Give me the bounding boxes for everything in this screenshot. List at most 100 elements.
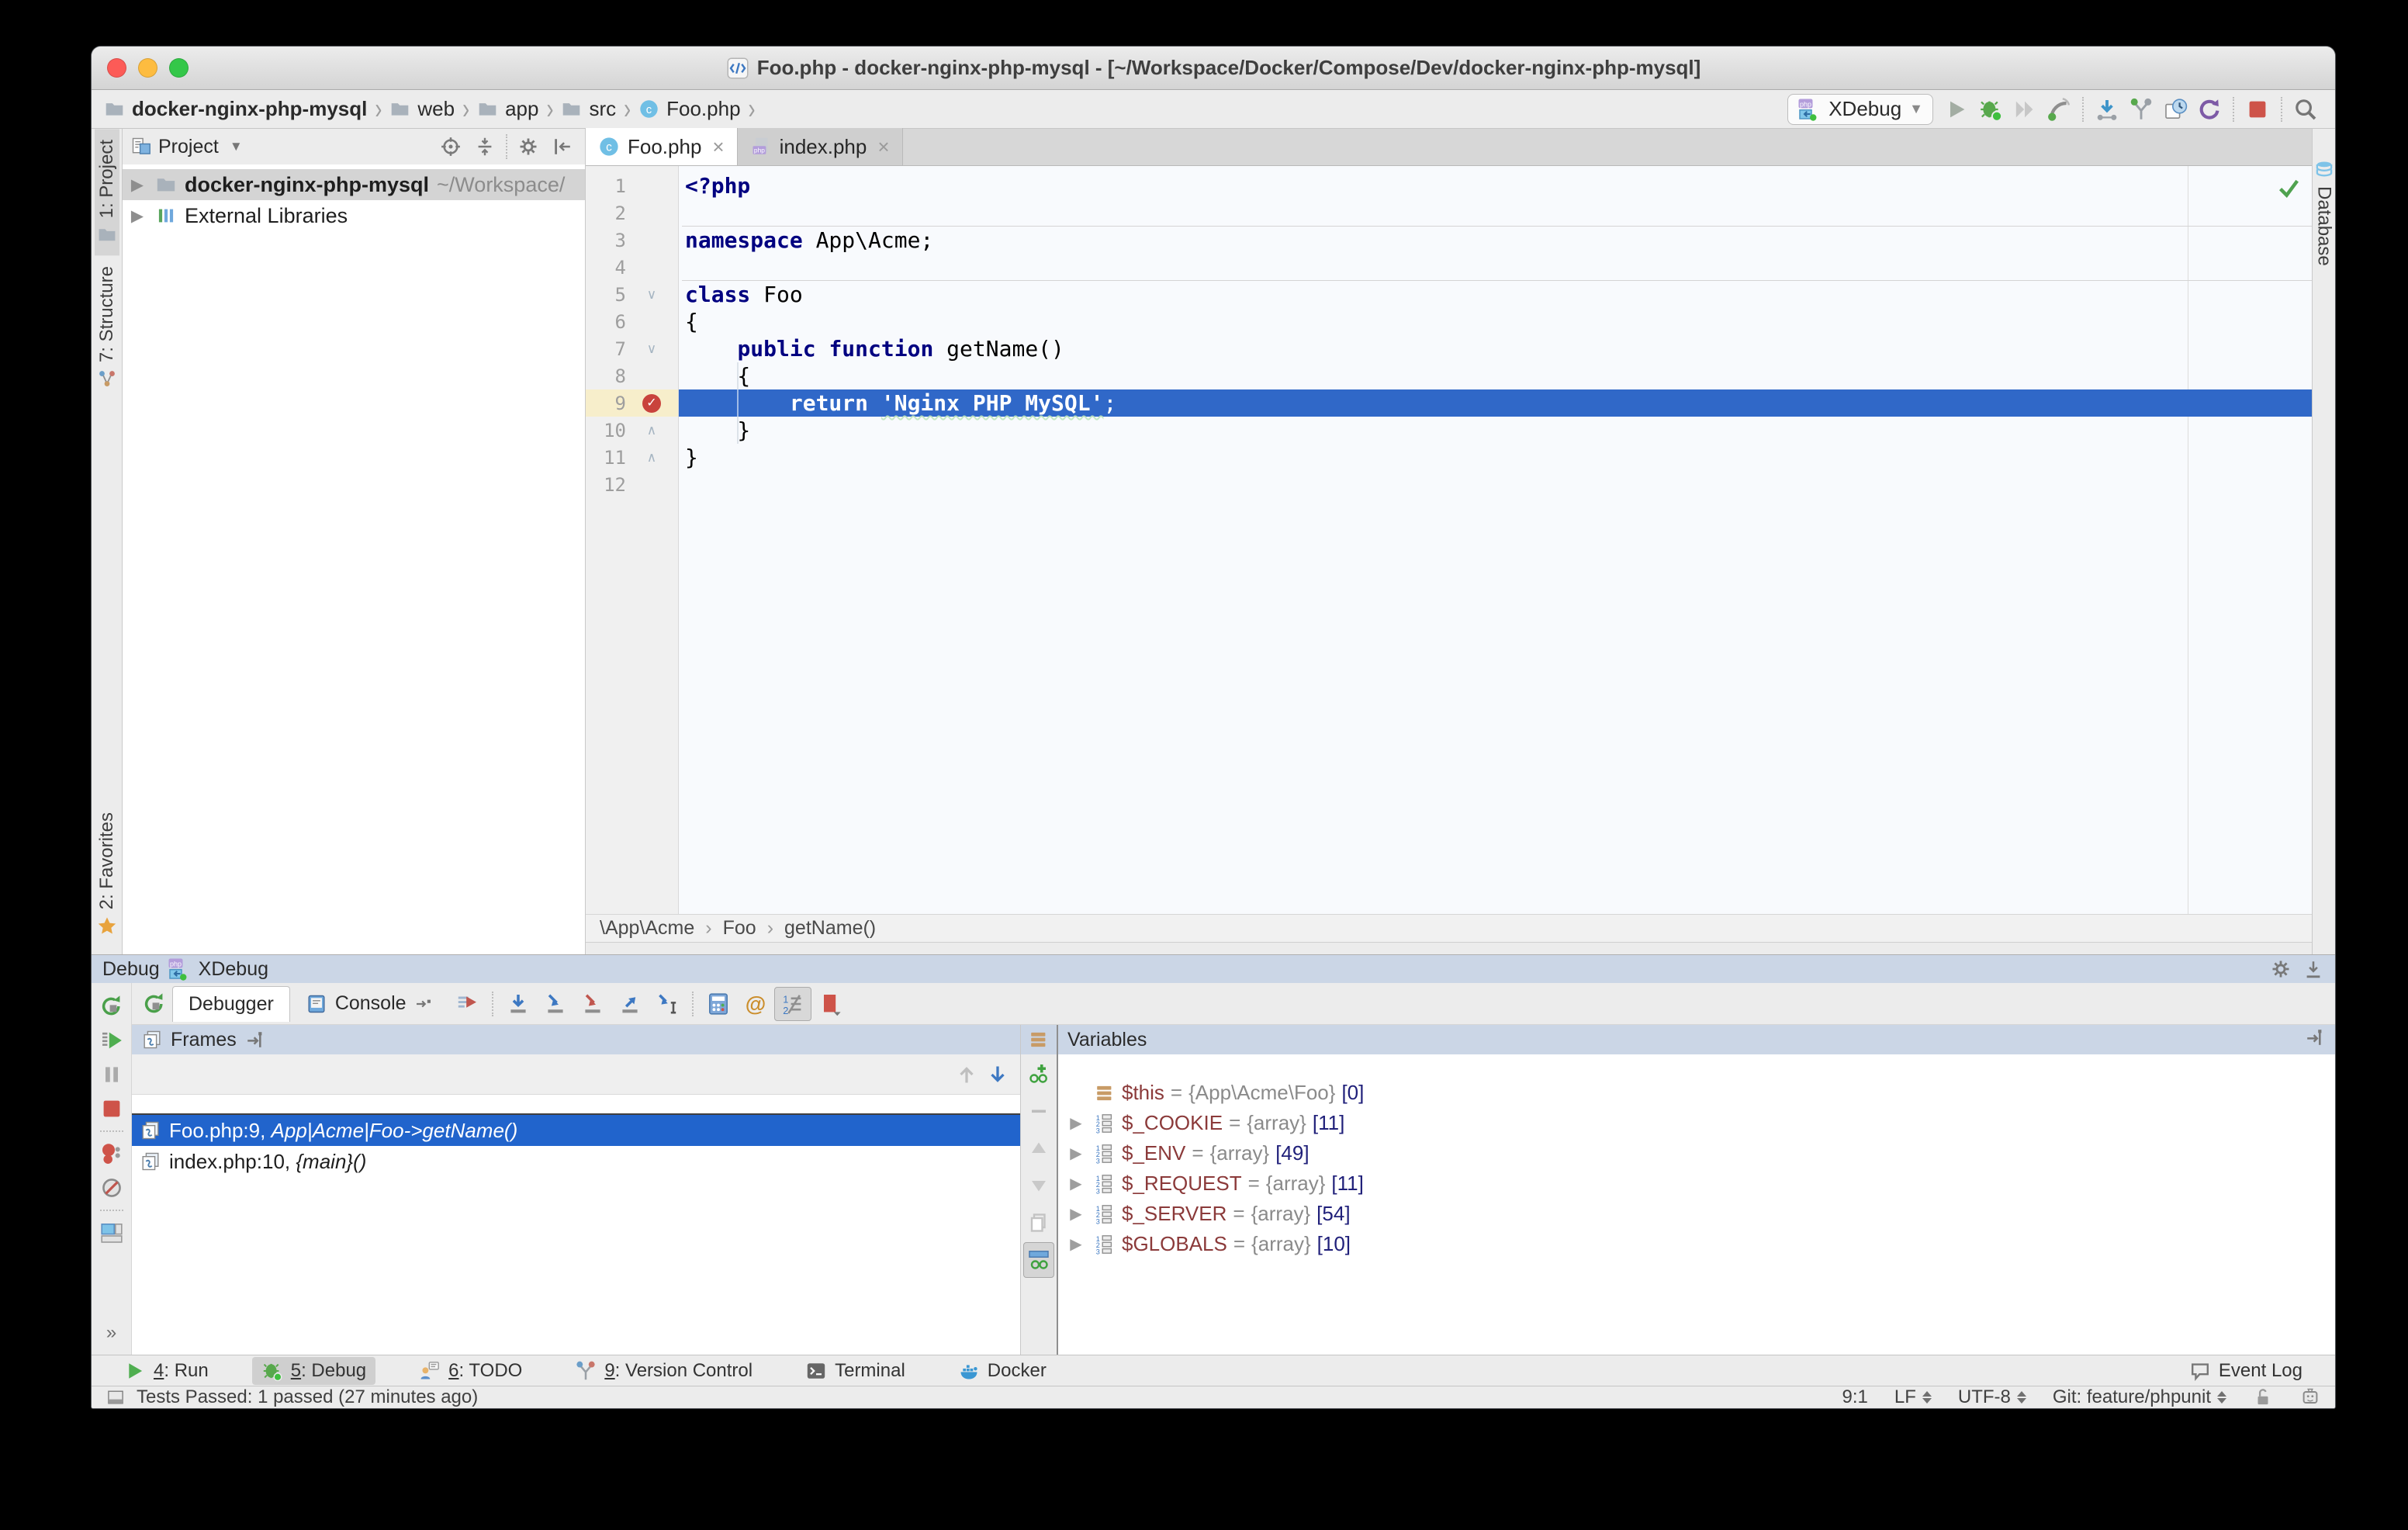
- status-widget-gitfeaturephpunit[interactable]: Git: feature/phpunit: [2053, 1386, 2226, 1408]
- export-variables-icon[interactable]: [2304, 1026, 2326, 1048]
- code-line[interactable]: return 'Nginx PHP MySQL';: [679, 389, 2312, 417]
- chevron-down-icon[interactable]: ▼: [230, 139, 243, 154]
- variable-row[interactable]: ▶123 $GLOBALS = {array} [10]: [1058, 1229, 2335, 1259]
- debug-button[interactable]: [1974, 94, 2008, 125]
- breadcrumb-item[interactable]: src: [561, 97, 616, 121]
- write-lock-toggle[interactable]: [2253, 1387, 2273, 1407]
- copy-value-button[interactable]: [1023, 1205, 1054, 1241]
- fold-marker[interactable]: ∨: [626, 288, 677, 301]
- run-configuration-select[interactable]: php XDebug ▼: [1787, 94, 1933, 125]
- variable-row[interactable]: $this = {App\Acme\Foo} [0]: [1058, 1078, 2335, 1108]
- show-execution-point-button[interactable]: [448, 987, 486, 1021]
- expand-chevron-icon[interactable]: ▶: [1064, 1144, 1088, 1163]
- code-line[interactable]: }: [679, 417, 2312, 444]
- toolwindow-toggle-icon[interactable]: [106, 1387, 126, 1407]
- resume-program-button[interactable]: [96, 1023, 127, 1058]
- tool-stripe-tab-database[interactable]: Database: [2312, 149, 2336, 277]
- code-line[interactable]: [679, 199, 2312, 227]
- debugger-tab-debugger[interactable]: Debugger: [172, 986, 290, 1022]
- editor-breadcrumb-item[interactable]: Foo: [723, 917, 756, 940]
- expand-chevron-icon[interactable]: ▶: [127, 206, 147, 226]
- editor-gutter[interactable]: 1 2 3 4 5 ∨ 6 7 ∨ 8 9 ✓ 10 ∧ 11 ∧ 12: [586, 166, 679, 914]
- code-line[interactable]: public function getName(): [679, 335, 2312, 362]
- toolwindow-button-run[interactable]: 4: Run: [115, 1357, 218, 1385]
- tool-stripe-tab-project[interactable]: 1: Project: [95, 129, 119, 255]
- hide-debug-panel-icon[interactable]: [2302, 958, 2324, 980]
- variable-row[interactable]: ▶123 $_SERVER = {array} [54]: [1058, 1199, 2335, 1229]
- stack-frame-row[interactable]: Foo.php:9, App|Acme|Foo->getName(): [132, 1115, 1020, 1146]
- gutter-line[interactable]: 10 ∧: [586, 417, 678, 444]
- close-icon[interactable]: ×: [712, 135, 724, 159]
- listen-php-debug-connections-button[interactable]: [2042, 94, 2076, 125]
- more-actions-button[interactable]: »: [106, 1322, 116, 1344]
- code-area[interactable]: <?phpnamespace App\Acme;class Foo{ publi…: [679, 166, 2312, 914]
- restore-layout-button[interactable]: [96, 1216, 127, 1250]
- local-history-button[interactable]: [2158, 94, 2192, 125]
- highlighting-level-button[interactable]: [2299, 1386, 2321, 1408]
- step-out-button[interactable]: [611, 987, 649, 1021]
- gutter-line[interactable]: 7 ∨: [586, 335, 678, 362]
- breakpoint[interactable]: ✓: [626, 394, 677, 413]
- hide-panel-button[interactable]: [548, 133, 577, 161]
- editor[interactable]: 1 2 3 4 5 ∨ 6 7 ∨ 8 9 ✓ 10 ∧ 11 ∧ 12: [586, 166, 2312, 914]
- toolwindow-button-docker[interactable]: Docker: [949, 1357, 1056, 1385]
- expand-chevron-icon[interactable]: ▶: [1064, 1174, 1088, 1193]
- mute-breakpoints-button[interactable]: [96, 1171, 127, 1205]
- gutter-line[interactable]: 4: [586, 254, 678, 281]
- project-tree-row[interactable]: ▶ docker-nginx-php-mysql ~/Workspace/: [123, 169, 585, 200]
- project-tree-row[interactable]: ▶ External Libraries: [123, 200, 585, 231]
- threads-view-icon[interactable]: [1028, 1029, 1050, 1051]
- debug-settings-icon[interactable]: [2270, 958, 2292, 980]
- view-breakpoints-button[interactable]: [96, 1137, 127, 1171]
- stop-button[interactable]: [96, 1092, 127, 1126]
- close-icon[interactable]: ×: [877, 135, 889, 159]
- collapse-all-button[interactable]: [470, 133, 500, 161]
- code-line[interactable]: {: [679, 362, 2312, 389]
- status-message[interactable]: Tests Passed: 1 passed (27 minutes ago): [137, 1386, 478, 1408]
- gutter-line[interactable]: 5 ∨: [586, 281, 678, 308]
- gutter-line[interactable]: 12: [586, 471, 678, 498]
- step-over-button[interactable]: [500, 987, 537, 1021]
- gutter-line[interactable]: 1: [586, 172, 678, 199]
- gutter-line[interactable]: 8: [586, 362, 678, 389]
- code-line[interactable]: <?php: [679, 172, 2312, 199]
- move-watch-down-button[interactable]: [1023, 1168, 1054, 1203]
- rerun-button[interactable]: [96, 989, 127, 1023]
- code-line[interactable]: namespace App\Acme;: [679, 227, 2312, 254]
- run-with-coverage-button[interactable]: [2008, 94, 2042, 125]
- force-step-into-button[interactable]: [574, 987, 611, 1021]
- code-line[interactable]: [679, 254, 2312, 281]
- tool-stripe-tab-structure[interactable]: 7: Structure: [95, 255, 119, 400]
- remove-watch-button[interactable]: [1023, 1093, 1054, 1129]
- editor-tab-foophp[interactable]: cFoo.php×: [586, 128, 738, 165]
- close-button[interactable]: [107, 58, 126, 78]
- breakpoint-icon[interactable]: ✓: [642, 394, 661, 413]
- gutter-line[interactable]: 2: [586, 199, 678, 227]
- stop-button[interactable]: [2240, 94, 2275, 125]
- gutter-line[interactable]: 6: [586, 308, 678, 335]
- fold-marker[interactable]: ∧: [626, 451, 677, 464]
- search-everywhere-button[interactable]: [2289, 94, 2323, 125]
- gutter-line[interactable]: 9 ✓: [586, 389, 678, 417]
- toolwindow-button-terminal[interactable]: Terminal: [796, 1357, 915, 1385]
- code-line[interactable]: {: [679, 308, 2312, 335]
- editor-breadcrumb-item[interactable]: \App\Acme: [600, 917, 694, 940]
- previous-frame-icon[interactable]: [955, 1063, 978, 1086]
- zoom-button[interactable]: [169, 58, 189, 78]
- variable-row[interactable]: ▶123 $_ENV = {array} [49]: [1058, 1138, 2335, 1168]
- add-watch-button[interactable]: [1023, 1056, 1054, 1092]
- run-to-cursor-button[interactable]: [649, 987, 686, 1021]
- expand-chevron-icon[interactable]: ▶: [1064, 1113, 1088, 1133]
- variable-row[interactable]: ▶123 $_REQUEST = {array} [11]: [1058, 1168, 2335, 1199]
- next-frame-icon[interactable]: [986, 1063, 1009, 1086]
- code-line[interactable]: }: [679, 444, 2312, 471]
- show-watches-in-variables-button[interactable]: [1023, 1242, 1054, 1278]
- inspection-status-icon[interactable]: [2276, 175, 2301, 200]
- view-breakpoints-button[interactable]: [811, 987, 849, 1021]
- toolwindow-button-todo[interactable]: 6: TODO: [410, 1357, 531, 1385]
- commit-changes-button[interactable]: [2124, 94, 2158, 125]
- stack-frame-row[interactable]: index.php:10, {main}(): [132, 1146, 1020, 1177]
- pause-program-button[interactable]: [96, 1058, 127, 1092]
- expand-chevron-icon[interactable]: ▶: [127, 175, 147, 195]
- move-watch-up-button[interactable]: [1023, 1130, 1054, 1166]
